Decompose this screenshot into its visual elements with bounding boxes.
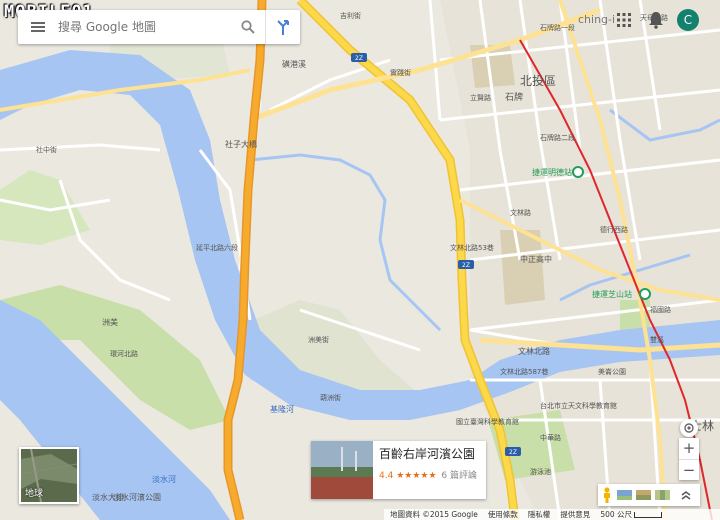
search-button[interactable] bbox=[231, 10, 265, 44]
area-label: 洲美 bbox=[102, 317, 118, 327]
earth-view-toggle[interactable]: 地球 bbox=[19, 447, 79, 504]
imagery-thumbnail-icon[interactable] bbox=[617, 490, 632, 500]
earth-label: 地球 bbox=[25, 489, 44, 499]
place-photo[interactable] bbox=[311, 441, 373, 499]
search-input[interactable] bbox=[58, 20, 231, 34]
map-footer: 地圖資料 ©2015 Google 使用條款 隱私權 提供意見 500 公尺 bbox=[384, 509, 720, 520]
road-label: 葫洲街 bbox=[320, 393, 341, 402]
river-label: 淡水河 bbox=[152, 474, 176, 484]
pegman-icon[interactable] bbox=[601, 487, 613, 503]
privacy-link[interactable]: 隱私權 bbox=[528, 509, 551, 520]
directions-button[interactable] bbox=[265, 10, 300, 44]
place-name[interactable]: 百齡右岸河濱公園 bbox=[379, 445, 477, 462]
road-label: 磺港溪 bbox=[282, 59, 306, 69]
rating-value: 4.4 bbox=[379, 471, 394, 481]
poi-label: 美崙公園 bbox=[598, 367, 626, 376]
road-label: 洲美街 bbox=[308, 335, 329, 344]
road-label: 吉利街 bbox=[340, 11, 361, 20]
my-location-button[interactable] bbox=[680, 419, 698, 437]
road-label: 文林路 bbox=[510, 208, 531, 217]
svg-text:2Z: 2Z bbox=[355, 55, 363, 62]
directions-icon bbox=[277, 20, 289, 35]
road-label: 文林北路587巷 bbox=[500, 367, 548, 376]
road-label: 德行西路 bbox=[600, 225, 628, 234]
road-label: 環河北路 bbox=[110, 349, 138, 358]
poi-label: 淡水河濱公園 bbox=[113, 492, 161, 502]
road-label: 福國路 bbox=[650, 305, 671, 314]
zoom-out-button[interactable]: − bbox=[679, 460, 699, 481]
bridge-label: 社子大橋 bbox=[225, 139, 257, 149]
map-data-attribution: 地圖資料 ©2015 Google bbox=[390, 510, 478, 519]
notification-bell-icon[interactable] bbox=[648, 11, 664, 29]
route-shield-icon: 2Z bbox=[351, 53, 367, 62]
menu-button[interactable] bbox=[18, 10, 58, 44]
mrt-station-icon[interactable] bbox=[639, 288, 651, 300]
svg-text:2Z: 2Z bbox=[509, 449, 517, 456]
road-label: 石牌路二段 bbox=[540, 133, 575, 142]
station-label: 捷運芝山站 bbox=[592, 289, 632, 299]
apps-grid-icon[interactable] bbox=[616, 12, 632, 28]
imagery-thumbnail-icon[interactable] bbox=[636, 490, 651, 500]
imagery-thumbnail-icon[interactable] bbox=[655, 490, 670, 500]
avatar[interactable]: C bbox=[677, 9, 699, 31]
hamburger-icon bbox=[31, 22, 45, 32]
reviews-link[interactable]: 6 篇評論 bbox=[441, 471, 477, 481]
route-shield-icon: 2Z bbox=[505, 447, 521, 456]
poi-label: 台北市立天文科學教育館 bbox=[540, 401, 617, 410]
poi-label: 中正高中 bbox=[520, 254, 552, 264]
road-label: 石牌路一段 bbox=[540, 23, 575, 32]
chevron-up-icon[interactable] bbox=[680, 489, 692, 501]
scale-indicator[interactable]: 500 公尺 bbox=[600, 509, 663, 520]
imagery-strip bbox=[598, 484, 700, 506]
river-label: 基隆河 bbox=[270, 404, 294, 414]
account-name: ching-i bbox=[578, 13, 616, 26]
search-icon bbox=[241, 20, 255, 34]
road-label: 實踐街 bbox=[390, 68, 411, 77]
place-card[interactable]: 百齡右岸河濱公園 4.4 ★★★★★ 6 篇評論 bbox=[311, 441, 486, 499]
zoom-control: + − bbox=[679, 438, 699, 480]
district-label: 北投區 bbox=[520, 73, 556, 88]
road-label: 文林北路 bbox=[518, 346, 550, 356]
location-target-icon bbox=[684, 423, 694, 433]
road-label: 中華路 bbox=[540, 433, 561, 442]
svg-text:2Z: 2Z bbox=[462, 262, 470, 269]
poi-label: 游泳池 bbox=[530, 467, 551, 476]
feedback-link[interactable]: 提供意見 bbox=[560, 509, 590, 520]
station-label: 捷運明德站 bbox=[532, 167, 572, 177]
road-label: 延平北路六段 bbox=[196, 243, 238, 252]
road-label: 社中街 bbox=[36, 145, 57, 154]
mrt-station-icon[interactable] bbox=[572, 166, 584, 178]
rating-stars: ★★★★★ bbox=[396, 471, 437, 481]
road-label: 雙溪 bbox=[650, 335, 664, 344]
zoom-in-button[interactable]: + bbox=[679, 438, 699, 459]
terms-link[interactable]: 使用條款 bbox=[488, 509, 518, 520]
route-shield-icon: 2Z bbox=[458, 260, 474, 269]
search-box bbox=[18, 10, 300, 44]
road-label: 文林北路53巷 bbox=[450, 243, 494, 252]
poi-label: 國立臺灣科學教育館 bbox=[456, 417, 519, 426]
area-label: 石牌 bbox=[505, 91, 523, 103]
place-rating: 4.4 ★★★★★ 6 篇評論 bbox=[379, 468, 477, 481]
road-label: 立賢路 bbox=[470, 93, 491, 102]
